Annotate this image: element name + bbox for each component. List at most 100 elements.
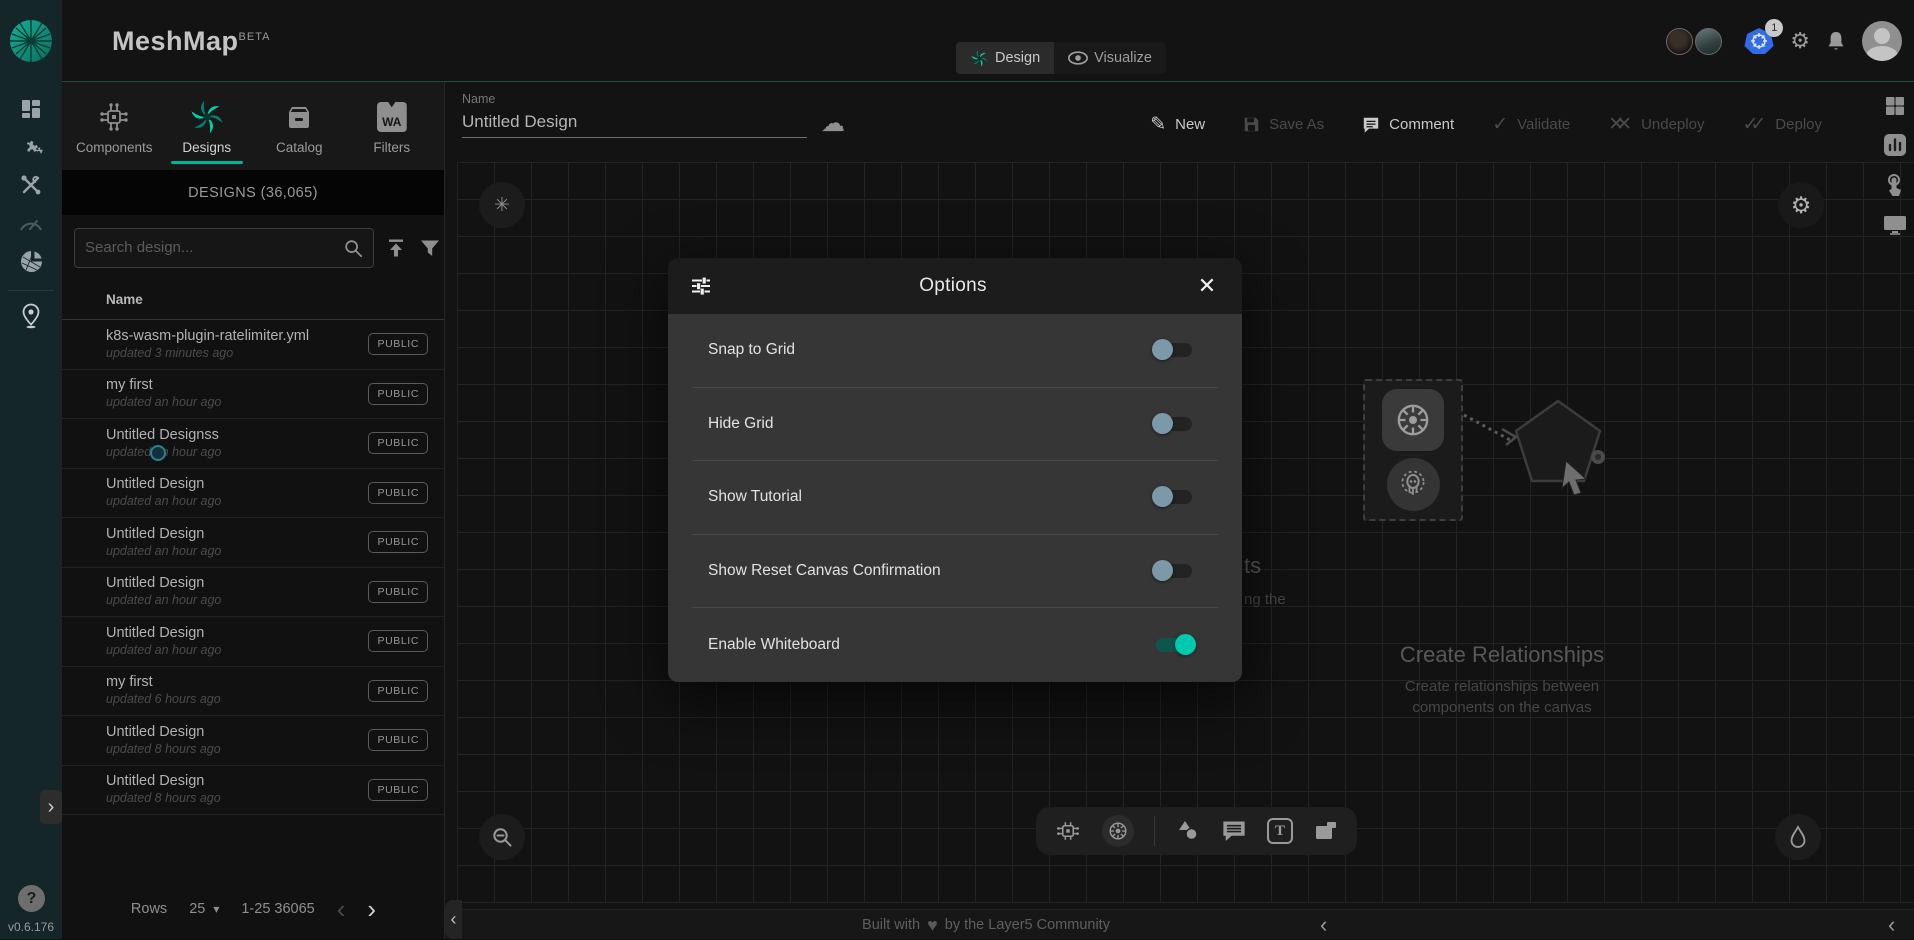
dock-media-tool[interactable] [1313, 819, 1339, 843]
search-icon [343, 238, 363, 258]
expand-drawer-button[interactable]: › [40, 790, 62, 824]
settings-gear-icon[interactable]: ⚙ [1790, 30, 1810, 52]
widgets-grid-button[interactable] [1883, 94, 1907, 118]
rows-per-page-select[interactable]: 25 ▾ [189, 901, 219, 917]
design-row-7[interactable]: my first updated 6 hours ago PUBLIC [62, 667, 444, 717]
options-modal: Options ✕ Snap to Grid Hide Grid Show Tu… [668, 258, 1242, 682]
hint-subtitle: Create relationships between components … [1352, 676, 1652, 718]
design-row-2[interactable]: Untitled Designss updated an hour ago PU… [62, 419, 444, 469]
caret-down-icon: ▾ [213, 902, 219, 916]
filter-funnel-icon[interactable] [418, 236, 442, 260]
dock-text-tool[interactable]: T [1267, 818, 1293, 844]
analytics-button[interactable] [1882, 132, 1908, 158]
help-button[interactable]: ? [18, 885, 45, 912]
option-hide-grid: Hide Grid [692, 388, 1218, 462]
right-toolbar [1882, 94, 1908, 236]
close-icon[interactable]: ✕ [1194, 273, 1220, 299]
floppy-icon [1243, 116, 1260, 133]
tab-designs[interactable]: Designs [163, 82, 251, 170]
design-row-8[interactable]: Untitled Design updated 8 hours ago PUBL… [62, 716, 444, 766]
nav-performance[interactable] [0, 204, 62, 242]
hide-grid-toggle[interactable] [1152, 413, 1196, 435]
mode-design[interactable]: Design [956, 42, 1054, 74]
ink-drop-button[interactable] [1775, 814, 1821, 860]
extensions-icon [19, 249, 44, 274]
nav-lifecycle[interactable] [0, 128, 62, 166]
components-icon [98, 100, 130, 134]
location-pin-icon [20, 303, 42, 329]
gauge-icon [18, 213, 44, 233]
search-input[interactable] [85, 239, 343, 256]
dashboard-icon [19, 97, 43, 121]
design-row-9[interactable]: Untitled Design updated 8 hours ago PUBL… [62, 766, 444, 816]
panel-collapse-tab[interactable]: ‹ [445, 900, 462, 939]
tab-components[interactable]: Components [70, 82, 158, 170]
deploy-button[interactable]: ✓✓ Deploy [1742, 115, 1822, 134]
save-as-button[interactable]: Save As [1243, 115, 1324, 134]
layer5-logo[interactable] [0, 0, 62, 82]
display-button[interactable] [1882, 212, 1908, 236]
design-name-input[interactable] [462, 106, 807, 138]
freeze-layout-button[interactable]: ✳ [479, 182, 525, 228]
dock-comment-tool[interactable] [1221, 819, 1247, 843]
dock-components-tool[interactable] [1054, 817, 1082, 845]
undeploy-button[interactable]: ✕✕ Undeploy [1608, 115, 1704, 134]
name-field-label: Name [462, 92, 845, 106]
prev-page-button[interactable]: ‹ [337, 896, 346, 922]
user-avatar[interactable] [1862, 21, 1902, 61]
design-row-6[interactable]: Untitled Design updated an hour ago PUBL… [62, 617, 444, 667]
reset-canvas-confirmation-toggle[interactable] [1152, 560, 1196, 582]
gear-icon: ⚙ [1791, 192, 1812, 219]
check-icon: ✓ [1492, 115, 1508, 134]
visibility-badge: PUBLIC [368, 482, 428, 504]
option-reset-canvas-confirmation: Show Reset Canvas Confirmation [692, 535, 1218, 609]
interaction-mode-button[interactable] [1883, 172, 1907, 198]
design-row-5[interactable]: Untitled Design updated an hour ago PUBL… [62, 568, 444, 618]
footer-corner-collapse-icon[interactable]: ‹ [1888, 910, 1895, 940]
design-row-3[interactable]: Untitled Design updated an hour ago PUBL… [62, 469, 444, 519]
show-tutorial-toggle[interactable] [1152, 486, 1196, 508]
validate-button[interactable]: ✓ Validate [1492, 115, 1570, 134]
droplet-icon [1788, 825, 1808, 849]
search-row [62, 215, 444, 280]
design-toolbar: ✎ New Save As Comment ✓ Validate [1150, 115, 1822, 134]
dock-shapes-tool[interactable] [1175, 818, 1201, 844]
search-box[interactable] [74, 228, 374, 268]
design-row-4[interactable]: Untitled Design updated an hour ago PUBL… [62, 518, 444, 568]
option-snap-to-grid: Snap to Grid [692, 314, 1218, 388]
options-modal-header: Options ✕ [668, 258, 1242, 314]
enable-whiteboard-toggle[interactable] [1152, 634, 1196, 656]
nav-extensions[interactable] [0, 242, 62, 280]
next-page-button[interactable]: › [367, 896, 376, 922]
nav-dashboard[interactable] [0, 90, 62, 128]
nav-meshmap-pin[interactable] [0, 297, 62, 335]
mode-visualize[interactable]: Visualize [1054, 42, 1166, 74]
collaborator-avatar-2[interactable] [1695, 28, 1722, 55]
tab-components-label: Components [76, 140, 153, 155]
snap-to-grid-toggle[interactable] [1152, 339, 1196, 361]
design-row-1[interactable]: my first updated an hour ago PUBLIC [62, 370, 444, 420]
kubernetes-node-icon [1382, 389, 1444, 451]
tab-filters[interactable]: WA Filters [348, 82, 436, 170]
comment-button[interactable]: Comment [1362, 115, 1454, 134]
column-header-name: Name [62, 280, 444, 320]
zoom-out-button[interactable] [479, 814, 525, 860]
nav-configuration[interactable] [0, 166, 62, 204]
squid-node-icon [1387, 458, 1440, 511]
visibility-badge: PUBLIC [368, 531, 428, 553]
dock-kubernetes-tool[interactable] [1102, 815, 1134, 847]
kubernetes-context-button[interactable]: 1 [1744, 27, 1774, 55]
bell-icon [1826, 30, 1846, 52]
eye-icon [1068, 51, 1088, 65]
notifications-bell-icon[interactable] [1826, 30, 1846, 52]
footer-credit: Built with ♥ by the Layer5 Community [862, 916, 1110, 934]
new-button[interactable]: ✎ New [1150, 115, 1205, 134]
collaborator-avatar-1[interactable] [1666, 28, 1693, 55]
tab-catalog[interactable]: Catalog [255, 82, 343, 170]
upload-design-icon[interactable] [384, 236, 408, 260]
design-row-0[interactable]: k8s-wasm-plugin-ratelimiter.yml updated … [62, 320, 444, 370]
footer-collapse-left-icon[interactable]: ‹ [1320, 910, 1327, 940]
rail-divider [8, 290, 54, 291]
tab-catalog-label: Catalog [276, 140, 323, 155]
canvas-settings-button[interactable]: ⚙ [1778, 182, 1824, 228]
